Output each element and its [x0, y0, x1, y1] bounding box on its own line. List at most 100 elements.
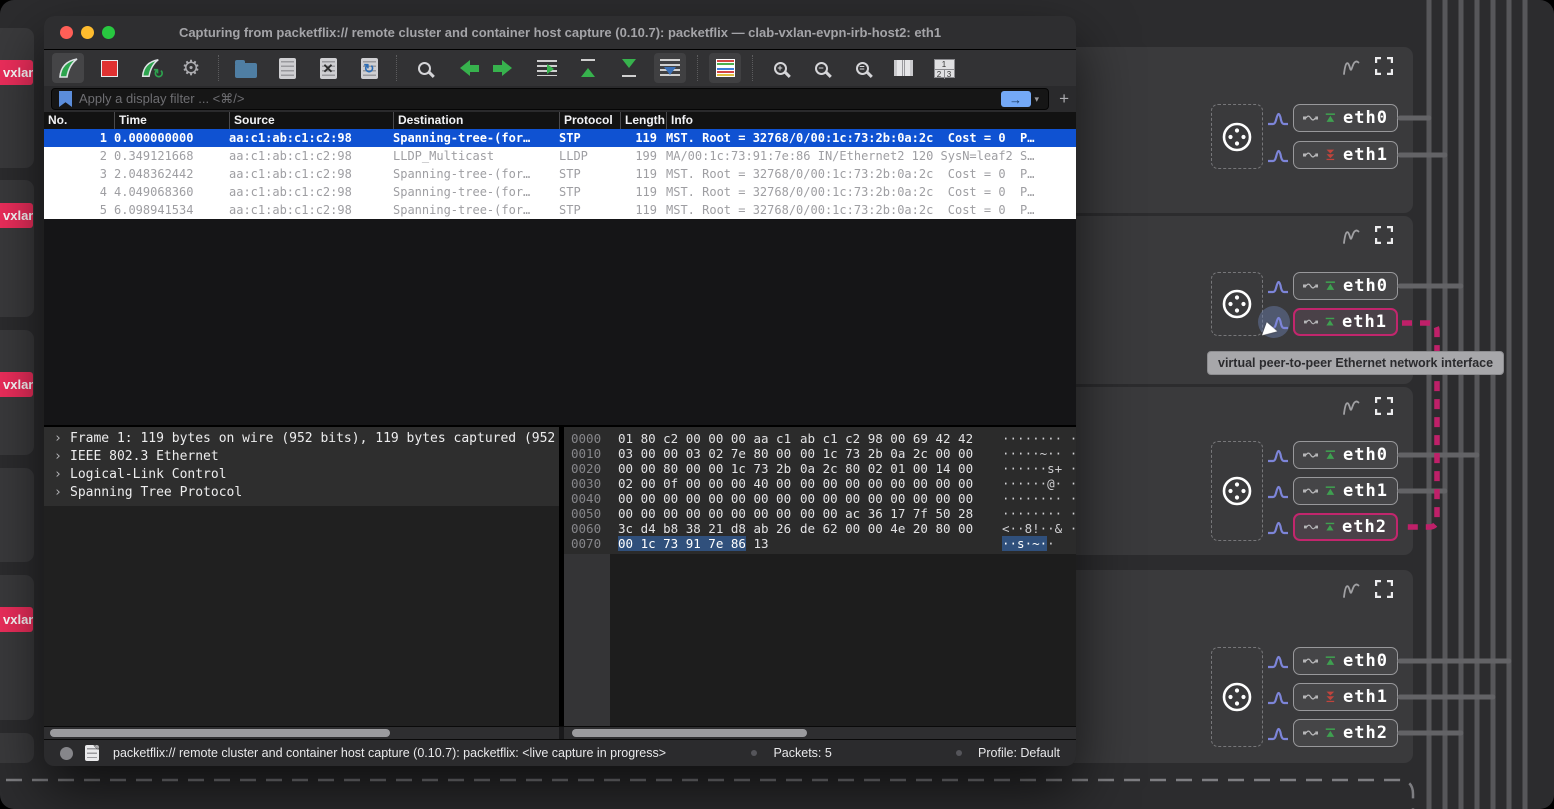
- hex-row[interactable]: 005000 00 00 00 00 00 00 0000 00 ac 36 1…: [564, 506, 1076, 521]
- column-header-no[interactable]: No.: [44, 112, 114, 129]
- column-header-source[interactable]: Source: [229, 112, 393, 129]
- filter-bookmark-icon[interactable]: [59, 91, 72, 107]
- detail-tree-item[interactable]: ›Logical-Link Control: [44, 466, 559, 484]
- zoom-in-button[interactable]: +: [764, 53, 796, 83]
- expander-icon[interactable]: ›: [54, 430, 70, 448]
- fullscreen-icon[interactable]: [1375, 580, 1393, 598]
- capture-wave-icon[interactable]: [1267, 485, 1289, 499]
- column-header-info[interactable]: Info: [666, 112, 1076, 129]
- interface-chip-eth1[interactable]: eth1: [1293, 683, 1398, 711]
- close-button[interactable]: [60, 26, 73, 39]
- hex-row[interactable]: 004000 00 00 00 00 00 00 0000 00 00 00 0…: [564, 491, 1076, 506]
- container-node-icon[interactable]: [1220, 287, 1254, 321]
- go-to-packet-button[interactable]: [531, 53, 563, 83]
- scrollbar-thumb[interactable]: [50, 729, 390, 737]
- interface-chip-eth2-highlighted[interactable]: eth2: [1293, 513, 1398, 541]
- colorize-toggle[interactable]: [709, 53, 741, 83]
- capture-wave-icon[interactable]: [1267, 691, 1289, 705]
- activity-icon[interactable]: [1341, 397, 1361, 417]
- interface-chip-eth1-highlighted[interactable]: eth1: [1293, 308, 1398, 336]
- scrollbar-thumb[interactable]: [572, 729, 807, 737]
- packet-row[interactable]: 44.049068360 aa:c1:ab:c1:c2:98Spanning-t…: [44, 183, 1076, 201]
- capture-wave-icon[interactable]: [1267, 727, 1289, 741]
- bytes-hscrollbar[interactable]: [564, 727, 1076, 739]
- interface-chip-eth0[interactable]: eth0: [1293, 104, 1398, 132]
- start-capture-button[interactable]: [52, 53, 84, 83]
- fullscreen-icon[interactable]: [1375, 226, 1393, 244]
- interface-tooltip: virtual peer-to-peer Ethernet network in…: [1207, 351, 1504, 375]
- interface-chip-eth1[interactable]: eth1: [1293, 477, 1398, 505]
- column-header-time[interactable]: Time: [114, 112, 229, 129]
- capture-wave-icon[interactable]: [1267, 280, 1289, 294]
- details-hscrollbar[interactable]: [44, 727, 559, 739]
- packet-row[interactable]: 32.048362442 aa:c1:ab:c1:c2:98Spanning-t…: [44, 165, 1076, 183]
- expander-icon[interactable]: ›: [54, 448, 70, 466]
- packet-row[interactable]: 20.349121668 aa:c1:ab:c1:c2:98LLDP_Multi…: [44, 147, 1076, 165]
- go-last-packet-button[interactable]: [613, 53, 645, 83]
- interface-chip-eth0[interactable]: eth0: [1293, 441, 1398, 469]
- hex-row[interactable]: 003002 00 0f 00 00 00 40 0000 00 00 00 0…: [564, 476, 1076, 491]
- close-file-button[interactable]: ✕: [312, 53, 344, 83]
- open-file-button[interactable]: [230, 53, 262, 83]
- toolbar-separator: [218, 55, 219, 81]
- interface-label: eth0: [1343, 651, 1388, 671]
- save-file-button[interactable]: [271, 53, 303, 83]
- reload-file-button[interactable]: ↻: [353, 53, 385, 83]
- expander-icon[interactable]: ›: [54, 466, 70, 484]
- hex-row[interactable]: 000001 80 c2 00 00 00 aa c1ab c1 c2 98 0…: [564, 431, 1076, 446]
- activity-icon[interactable]: [1341, 580, 1361, 600]
- hex-row[interactable]: 001003 00 00 03 02 7e 80 0000 1c 73 2b 0…: [564, 446, 1076, 461]
- activity-icon[interactable]: [1341, 57, 1361, 77]
- capture-wave-icon[interactable]: [1267, 521, 1289, 535]
- column-header-length[interactable]: Length: [620, 112, 666, 129]
- interface-chip-eth0[interactable]: eth0: [1293, 647, 1398, 675]
- find-packet-button[interactable]: [408, 53, 440, 83]
- packet-row-selected[interactable]: 10.000000000 aa:c1:ab:c1:c2:98Spanning-t…: [44, 129, 1076, 147]
- interface-chip-eth2[interactable]: eth2: [1293, 719, 1398, 747]
- minimize-button[interactable]: [81, 26, 94, 39]
- title-bar[interactable]: Capturing from packetflix:// remote clus…: [44, 16, 1076, 50]
- expander-icon[interactable]: ›: [54, 484, 70, 502]
- filter-apply-button[interactable]: →: [1001, 91, 1031, 107]
- activity-icon[interactable]: [1341, 226, 1361, 246]
- container-node-icon[interactable]: [1220, 680, 1254, 714]
- zoom-button[interactable]: [102, 26, 115, 39]
- go-forward-button[interactable]: [490, 53, 522, 83]
- detail-tree-item[interactable]: ›IEEE 802.3 Ethernet: [44, 448, 559, 466]
- auto-scroll-toggle[interactable]: [654, 53, 686, 83]
- numbered-columns-button[interactable]: 1 23: [928, 53, 960, 83]
- resize-columns-button[interactable]: [887, 53, 919, 83]
- capture-wave-icon[interactable]: [1267, 655, 1289, 669]
- interface-chip-eth0[interactable]: eth0: [1293, 272, 1398, 300]
- selected-bytes[interactable]: 00 1c 73 91 7e 86: [618, 536, 746, 551]
- filter-add-button[interactable]: +: [1059, 89, 1069, 109]
- packet-row[interactable]: 56.098941534 aa:c1:ab:c1:c2:98Spanning-t…: [44, 201, 1076, 219]
- display-filter-input[interactable]: Apply a display filter ... <⌘/> → ▾: [51, 88, 1049, 110]
- profile-selector[interactable]: Profile: Default: [978, 746, 1060, 760]
- go-back-button[interactable]: [449, 53, 481, 83]
- column-header-protocol[interactable]: Protocol: [559, 112, 620, 129]
- interface-chip-eth1[interactable]: eth1: [1293, 141, 1398, 169]
- column-header-destination[interactable]: Destination: [393, 112, 559, 129]
- fullscreen-icon[interactable]: [1375, 397, 1393, 415]
- capture-wave-icon[interactable]: [1267, 449, 1289, 463]
- capture-wave-icon[interactable]: [1267, 112, 1289, 126]
- container-node-icon[interactable]: [1220, 474, 1254, 508]
- capture-wave-icon[interactable]: [1267, 149, 1289, 163]
- detail-tree-item[interactable]: ›Frame 1: 119 bytes on wire (952 bits), …: [44, 430, 559, 448]
- hex-row-selected[interactable]: 007000 1c 73 91 7e 86 13··s·~··: [564, 536, 1076, 551]
- zoom-out-button[interactable]: −: [805, 53, 837, 83]
- detail-tree-item[interactable]: ›Spanning Tree Protocol: [44, 484, 559, 502]
- container-node-icon[interactable]: [1220, 120, 1254, 154]
- filter-dropdown-chevron-icon[interactable]: ▾: [1035, 94, 1040, 105]
- stop-capture-button[interactable]: [93, 53, 125, 83]
- restart-capture-button[interactable]: ↻: [134, 53, 166, 83]
- goto-packet-icon: [537, 60, 557, 76]
- expert-info-icon[interactable]: ✎: [85, 745, 99, 761]
- fullscreen-icon[interactable]: [1375, 57, 1393, 75]
- go-first-packet-button[interactable]: [572, 53, 604, 83]
- capture-options-button[interactable]: ⚙: [175, 53, 207, 83]
- hex-row[interactable]: 002000 00 80 00 00 1c 73 2b0a 2c 80 02 0…: [564, 461, 1076, 476]
- hex-row[interactable]: 00603c d4 b8 38 21 d8 ab 26de 62 00 00 4…: [564, 521, 1076, 536]
- zoom-reset-button[interactable]: =: [846, 53, 878, 83]
